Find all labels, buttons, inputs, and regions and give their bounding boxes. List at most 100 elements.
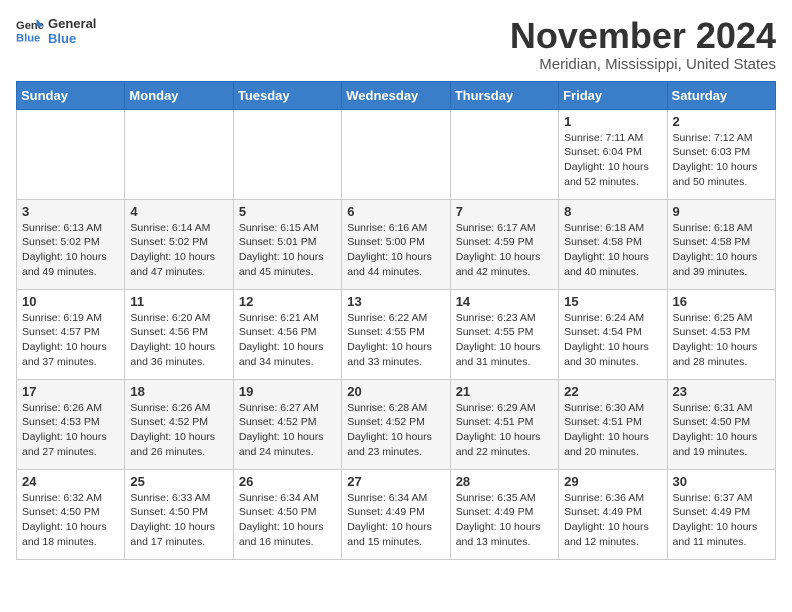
calendar-week-row: 10 Sunrise: 6:19 AM Sunset: 4:57 PM Dayli… — [17, 289, 776, 379]
day-info: Sunrise: 6:23 AM Sunset: 4:55 PM Dayligh… — [456, 311, 553, 370]
logo-icon: General Blue — [16, 17, 44, 45]
calendar-header-thursday: Thursday — [450, 81, 558, 109]
day-info: Sunrise: 6:21 AM Sunset: 4:56 PM Dayligh… — [239, 311, 336, 370]
day-number: 21 — [456, 384, 553, 399]
day-info: Sunrise: 6:32 AM Sunset: 4:50 PM Dayligh… — [22, 491, 119, 550]
calendar-week-row: 17 Sunrise: 6:26 AM Sunset: 4:53 PM Dayli… — [17, 379, 776, 469]
day-info: Sunrise: 6:35 AM Sunset: 4:49 PM Dayligh… — [456, 491, 553, 550]
day-number: 14 — [456, 294, 553, 309]
day-number: 26 — [239, 474, 336, 489]
day-info: Sunrise: 6:25 AM Sunset: 4:53 PM Dayligh… — [673, 311, 770, 370]
day-number: 5 — [239, 204, 336, 219]
day-info: Sunrise: 6:14 AM Sunset: 5:02 PM Dayligh… — [130, 221, 227, 280]
calendar-cell: 9Sunrise: 6:18 AM Sunset: 4:58 PM Daylig… — [667, 199, 775, 289]
day-number: 4 — [130, 204, 227, 219]
calendar-cell: 17 Sunrise: 6:26 AM Sunset: 4:53 PM Dayli… — [17, 379, 125, 469]
day-info: Sunrise: 6:27 AM Sunset: 4:52 PM Dayligh… — [239, 401, 336, 460]
day-number: 17 — [22, 384, 119, 399]
calendar-cell — [450, 109, 558, 199]
day-info: Sunrise: 6:36 AM Sunset: 4:49 PM Dayligh… — [564, 491, 661, 550]
day-info: Sunrise: 6:26 AM Sunset: 4:53 PM Dayligh… — [22, 401, 119, 460]
day-number: 7 — [456, 204, 553, 219]
calendar-cell: 1Sunrise: 7:11 AM Sunset: 6:04 PM Daylig… — [559, 109, 667, 199]
calendar-header-tuesday: Tuesday — [233, 81, 341, 109]
day-info: Sunrise: 6:19 AM Sunset: 4:57 PM Dayligh… — [22, 311, 119, 370]
calendar-cell: 28 Sunrise: 6:35 AM Sunset: 4:49 PM Dayli… — [450, 469, 558, 559]
calendar-cell: 21 Sunrise: 6:29 AM Sunset: 4:51 PM Dayli… — [450, 379, 558, 469]
calendar-cell: 7 Sunrise: 6:17 AM Sunset: 4:59 PM Daylig… — [450, 199, 558, 289]
logo-blue-text: Blue — [48, 31, 96, 46]
calendar-header-monday: Monday — [125, 81, 233, 109]
day-number: 11 — [130, 294, 227, 309]
logo-general-text: General — [48, 16, 96, 31]
day-info: Sunrise: 6:15 AM Sunset: 5:01 PM Dayligh… — [239, 221, 336, 280]
calendar-cell: 23Sunrise: 6:31 AM Sunset: 4:50 PM Dayli… — [667, 379, 775, 469]
day-number: 2 — [673, 114, 770, 129]
calendar-header-row: SundayMondayTuesdayWednesdayThursdayFrid… — [17, 81, 776, 109]
day-info: Sunrise: 6:13 AM Sunset: 5:02 PM Dayligh… — [22, 221, 119, 280]
calendar-cell: 12 Sunrise: 6:21 AM Sunset: 4:56 PM Dayli… — [233, 289, 341, 379]
calendar-header-friday: Friday — [559, 81, 667, 109]
day-info: Sunrise: 6:20 AM Sunset: 4:56 PM Dayligh… — [130, 311, 227, 370]
calendar-cell: 19 Sunrise: 6:27 AM Sunset: 4:52 PM Dayli… — [233, 379, 341, 469]
day-info: Sunrise: 6:16 AM Sunset: 5:00 PM Dayligh… — [347, 221, 444, 280]
day-info: Sunrise: 6:28 AM Sunset: 4:52 PM Dayligh… — [347, 401, 444, 460]
day-number: 16 — [673, 294, 770, 309]
day-number: 23 — [673, 384, 770, 399]
calendar-cell: 16 Sunrise: 6:25 AM Sunset: 4:53 PM Dayli… — [667, 289, 775, 379]
calendar-cell: 13 Sunrise: 6:22 AM Sunset: 4:55 PM Dayli… — [342, 289, 450, 379]
day-number: 29 — [564, 474, 661, 489]
calendar-cell: 27 Sunrise: 6:34 AM Sunset: 4:49 PM Dayli… — [342, 469, 450, 559]
calendar-cell: 4 Sunrise: 6:14 AM Sunset: 5:02 PM Daylig… — [125, 199, 233, 289]
title-block: November 2024 Meridian, Mississippi, Uni… — [510, 16, 776, 73]
day-number: 19 — [239, 384, 336, 399]
calendar-cell — [233, 109, 341, 199]
calendar-cell — [125, 109, 233, 199]
calendar-cell: 14 Sunrise: 6:23 AM Sunset: 4:55 PM Dayli… — [450, 289, 558, 379]
calendar-cell: 11 Sunrise: 6:20 AM Sunset: 4:56 PM Dayli… — [125, 289, 233, 379]
calendar-cell: 6 Sunrise: 6:16 AM Sunset: 5:00 PM Daylig… — [342, 199, 450, 289]
day-number: 18 — [130, 384, 227, 399]
calendar-header-saturday: Saturday — [667, 81, 775, 109]
calendar-cell: 8Sunrise: 6:18 AM Sunset: 4:58 PM Daylig… — [559, 199, 667, 289]
day-info: Sunrise: 6:34 AM Sunset: 4:49 PM Dayligh… — [347, 491, 444, 550]
day-number: 6 — [347, 204, 444, 219]
day-info: Sunrise: 6:30 AM Sunset: 4:51 PM Dayligh… — [564, 401, 661, 460]
calendar-cell: 3 Sunrise: 6:13 AM Sunset: 5:02 PM Daylig… — [17, 199, 125, 289]
day-number: 15 — [564, 294, 661, 309]
calendar-cell — [17, 109, 125, 199]
day-number: 30 — [673, 474, 770, 489]
day-info: Sunrise: 6:22 AM Sunset: 4:55 PM Dayligh… — [347, 311, 444, 370]
location-subtitle: Meridian, Mississippi, United States — [510, 56, 776, 73]
calendar-week-row: 1Sunrise: 7:11 AM Sunset: 6:04 PM Daylig… — [17, 109, 776, 199]
day-info: Sunrise: 7:12 AM Sunset: 6:03 PM Dayligh… — [673, 131, 770, 190]
day-number: 3 — [22, 204, 119, 219]
day-number: 1 — [564, 114, 661, 129]
calendar-cell: 22Sunrise: 6:30 AM Sunset: 4:51 PM Dayli… — [559, 379, 667, 469]
day-number: 9 — [673, 204, 770, 219]
calendar-cell: 24Sunrise: 6:32 AM Sunset: 4:50 PM Dayli… — [17, 469, 125, 559]
day-number: 28 — [456, 474, 553, 489]
calendar-cell: 15Sunrise: 6:24 AM Sunset: 4:54 PM Dayli… — [559, 289, 667, 379]
calendar-week-row: 3 Sunrise: 6:13 AM Sunset: 5:02 PM Daylig… — [17, 199, 776, 289]
logo: General Blue General Blue — [16, 16, 96, 46]
calendar-cell: 20 Sunrise: 6:28 AM Sunset: 4:52 PM Dayli… — [342, 379, 450, 469]
calendar-cell: 30Sunrise: 6:37 AM Sunset: 4:49 PM Dayli… — [667, 469, 775, 559]
day-number: 12 — [239, 294, 336, 309]
day-info: Sunrise: 6:26 AM Sunset: 4:52 PM Dayligh… — [130, 401, 227, 460]
day-info: Sunrise: 6:29 AM Sunset: 4:51 PM Dayligh… — [456, 401, 553, 460]
day-info: Sunrise: 6:34 AM Sunset: 4:50 PM Dayligh… — [239, 491, 336, 550]
calendar-table: SundayMondayTuesdayWednesdayThursdayFrid… — [16, 81, 776, 560]
day-number: 13 — [347, 294, 444, 309]
page-header: General Blue General Blue November 2024 … — [16, 16, 776, 73]
day-number: 20 — [347, 384, 444, 399]
calendar-cell: 26 Sunrise: 6:34 AM Sunset: 4:50 PM Dayli… — [233, 469, 341, 559]
day-number: 27 — [347, 474, 444, 489]
day-info: Sunrise: 6:17 AM Sunset: 4:59 PM Dayligh… — [456, 221, 553, 280]
calendar-cell: 29 Sunrise: 6:36 AM Sunset: 4:49 PM Dayli… — [559, 469, 667, 559]
calendar-header-wednesday: Wednesday — [342, 81, 450, 109]
day-number: 8 — [564, 204, 661, 219]
day-number: 10 — [22, 294, 119, 309]
day-info: Sunrise: 6:33 AM Sunset: 4:50 PM Dayligh… — [130, 491, 227, 550]
calendar-cell: 5 Sunrise: 6:15 AM Sunset: 5:01 PM Daylig… — [233, 199, 341, 289]
